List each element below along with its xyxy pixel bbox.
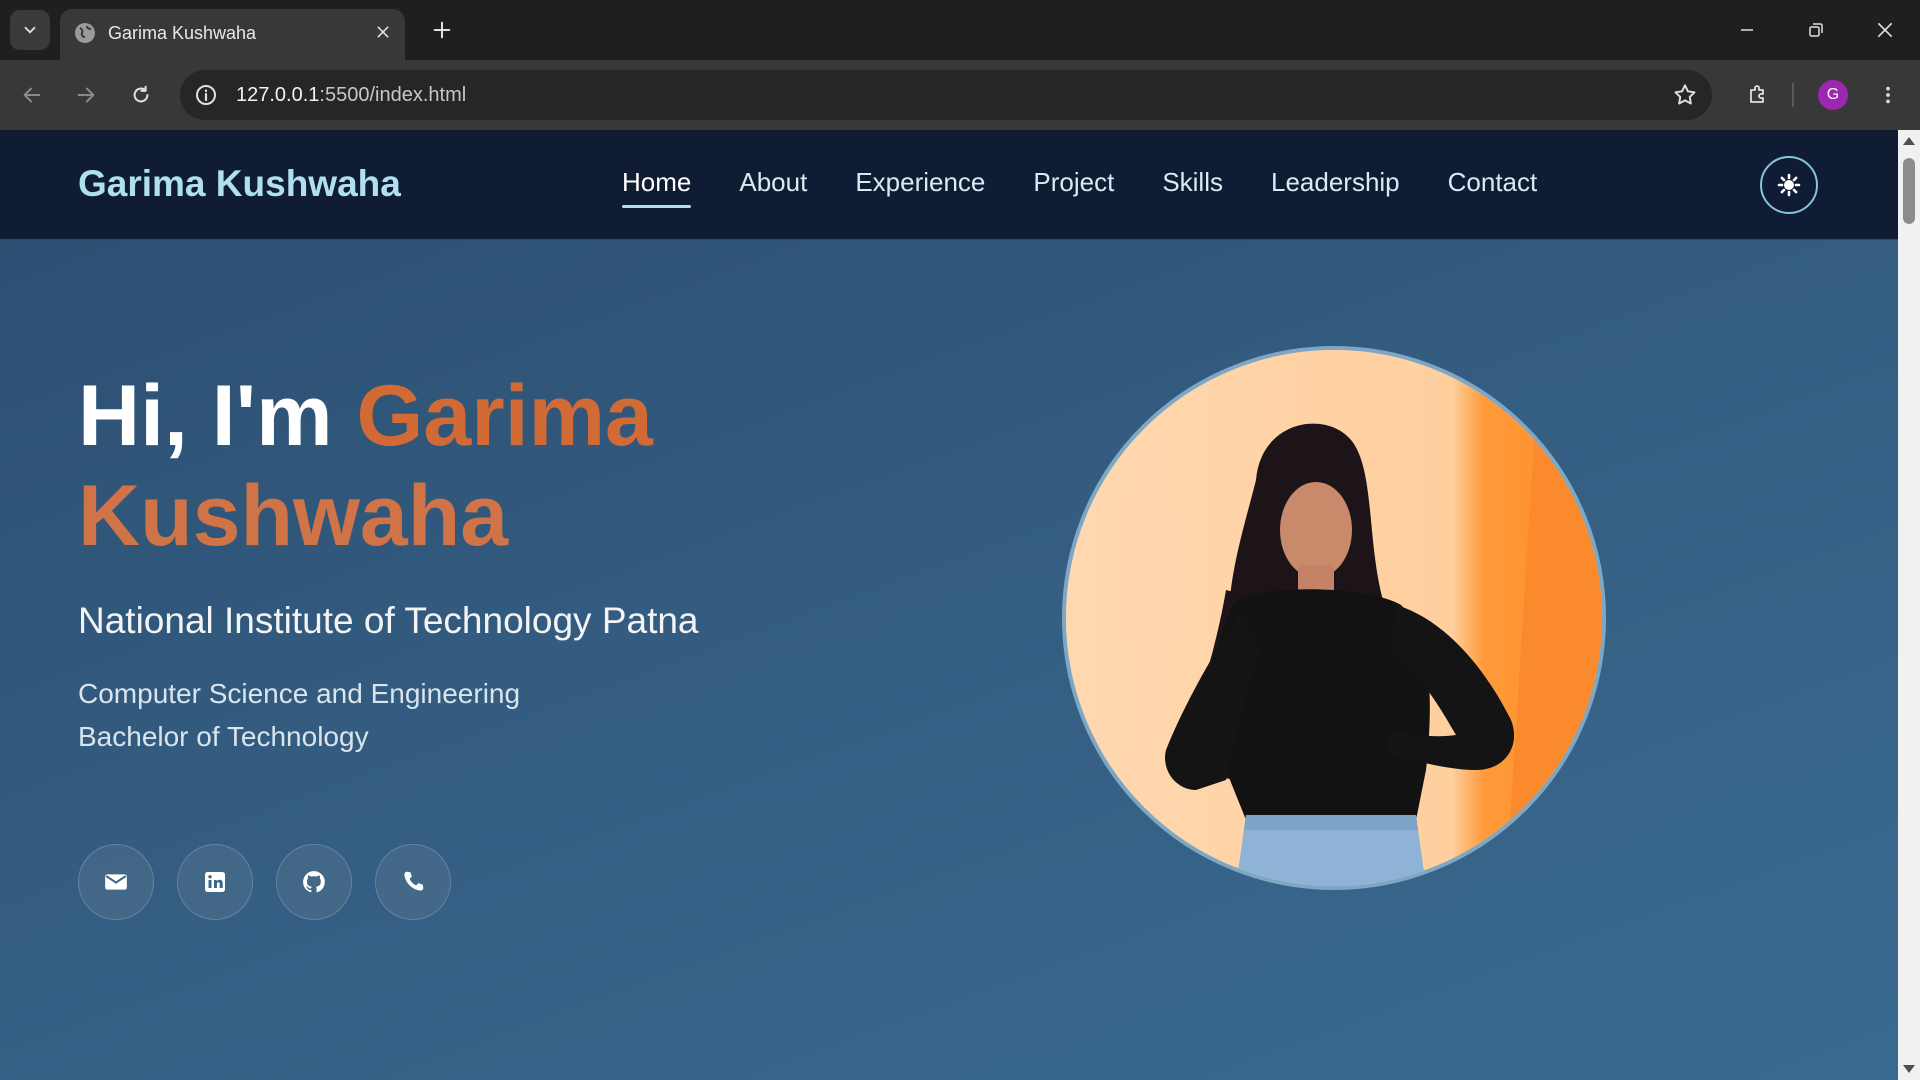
main-nav: Home About Experience Project Skills Lea… (622, 164, 1538, 208)
address-bar[interactable]: 127.0.0.1:5500/index.html (180, 70, 1712, 120)
hero-degree: Bachelor of Technology (78, 721, 369, 752)
arrow-left-icon (23, 87, 41, 103)
restore-icon (1809, 23, 1823, 37)
puzzle-icon (1750, 85, 1764, 103)
tab-title: Garima Kushwaha (108, 23, 257, 43)
envelope-icon (105, 874, 127, 890)
close-icon (1877, 22, 1893, 38)
back-button[interactable] (12, 75, 52, 115)
browser-toolbar: 127.0.0.1:5500/index.html G (0, 60, 1920, 130)
close-icon (377, 26, 389, 38)
plus-icon (433, 21, 451, 39)
minimize-icon (1741, 29, 1753, 31)
profile-avatar[interactable]: G (1818, 80, 1848, 110)
linkedin-button[interactable] (177, 844, 253, 920)
email-button[interactable] (78, 844, 154, 920)
nav-leadership[interactable]: Leadership (1271, 164, 1400, 206)
github-icon (303, 871, 325, 893)
phone-icon (404, 871, 424, 891)
scrollbar-thumb[interactable] (1903, 158, 1915, 224)
hero-last-name: Kushwaha (78, 468, 509, 564)
url-text[interactable]: 127.0.0.1:5500/index.html (236, 83, 466, 107)
tab-close-button[interactable] (371, 20, 395, 44)
minimize-button[interactable] (1727, 10, 1767, 50)
theme-toggle-button[interactable] (1760, 156, 1818, 214)
arrow-right-icon (77, 87, 95, 103)
forward-button[interactable] (66, 75, 106, 115)
info-icon[interactable] (194, 83, 218, 107)
nav-contact[interactable]: Contact (1448, 164, 1538, 206)
phone-button[interactable] (375, 844, 451, 920)
browser-menu-button[interactable] (1868, 75, 1908, 115)
reload-icon (133, 85, 149, 103)
nav-about[interactable]: About (739, 164, 807, 206)
github-button[interactable] (276, 844, 352, 920)
reload-button[interactable] (121, 75, 161, 115)
url-host: 127.0.0.1 (236, 84, 320, 106)
globe-icon (75, 23, 95, 43)
tab-search-button[interactable] (10, 10, 50, 50)
hero-greeting: Hi, I'm Garima (78, 366, 653, 466)
browser-tabstrip: Garima Kushwaha (0, 0, 1920, 60)
more-vertical-icon (1886, 86, 1890, 104)
linkedin-icon (205, 872, 225, 892)
scroll-down-arrow[interactable] (1903, 1065, 1915, 1073)
sun-icon (1777, 173, 1801, 197)
site-brand[interactable]: Garima Kushwaha (78, 162, 401, 206)
profile-photo (1062, 346, 1606, 890)
toolbar-separator (1792, 83, 1794, 107)
restore-button[interactable] (1796, 10, 1836, 50)
chevron-down-icon (24, 26, 36, 34)
profile-photo-illustration (1066, 350, 1602, 886)
star-icon[interactable] (1672, 82, 1698, 108)
site-header: Garima Kushwaha Home About Experience Pr… (0, 130, 1898, 240)
url-path: :5500/index.html (319, 84, 467, 106)
new-tab-button[interactable] (426, 14, 458, 46)
browser-tab-active[interactable]: Garima Kushwaha (60, 9, 405, 60)
close-window-button[interactable] (1865, 10, 1905, 50)
nav-project[interactable]: Project (1033, 164, 1114, 206)
nav-home[interactable]: Home (622, 164, 692, 208)
hero-branch: Computer Science and Engineering (78, 678, 521, 709)
page-scrollbar[interactable] (1898, 130, 1920, 1080)
hero-greeting-text: Hi, I'm (78, 368, 357, 464)
nav-experience[interactable]: Experience (855, 164, 985, 206)
page-viewport: Garima Kushwaha Home About Experience Pr… (0, 130, 1898, 1080)
hero-institute: National Institute of Technology Patna (78, 600, 699, 641)
scroll-up-arrow[interactable] (1903, 137, 1915, 145)
extensions-button[interactable] (1738, 75, 1778, 115)
nav-skills[interactable]: Skills (1162, 164, 1223, 206)
hero-first-name: Garima (356, 368, 653, 464)
